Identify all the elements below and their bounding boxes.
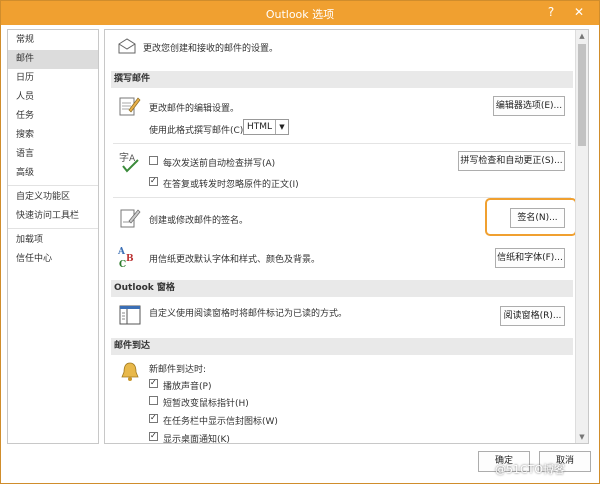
- compose-format-value: HTML: [247, 122, 273, 132]
- envelope-icon: [117, 38, 137, 57]
- nav-item-language[interactable]: 语言: [8, 145, 98, 164]
- nav-item-tasks[interactable]: 任务: [8, 107, 98, 126]
- play-sound-label: 播放声音(P): [163, 382, 212, 392]
- nav-item-search[interactable]: 搜索: [8, 126, 98, 145]
- category-nav: 常规 邮件 日历 人员 任务 搜索 语言 高级 自定义功能区 快速访问工具栏 加…: [7, 29, 99, 444]
- header-description: 更改您创建和接收的邮件的设置。: [143, 44, 279, 54]
- change-pointer-checkbox[interactable]: [149, 396, 158, 405]
- desktop-alert-label: 显示桌面通知(K): [163, 435, 230, 444]
- section-compose-messages: 撰写邮件: [111, 71, 573, 88]
- desktop-alert-checkbox[interactable]: [149, 431, 158, 441]
- svg-text:A: A: [117, 247, 126, 257]
- nav-item-mail[interactable]: 邮件: [8, 50, 98, 69]
- bell-icon: [119, 360, 141, 387]
- spell-check-checkbox[interactable]: [149, 156, 158, 165]
- envelope-icon-checkbox[interactable]: [149, 413, 158, 423]
- section-outlook-panes: Outlook 窗格: [111, 280, 573, 297]
- stationery-abc-icon: ABC: [117, 244, 141, 271]
- nav-item-customize-ribbon[interactable]: 自定义功能区: [8, 188, 98, 207]
- title-bar: Outlook 选项 ? ✕: [1, 1, 599, 25]
- watermark-text: @51CTO博客: [495, 463, 566, 476]
- help-icon[interactable]: ?: [541, 3, 561, 21]
- nav-item-people[interactable]: 人员: [8, 88, 98, 107]
- nav-item-general[interactable]: 常规: [8, 31, 98, 50]
- signature-highlight-box: [485, 198, 577, 236]
- reading-pane-icon: [119, 304, 141, 329]
- nav-divider: [8, 228, 98, 229]
- nav-item-advanced[interactable]: 高级: [8, 164, 98, 183]
- nav-item-trust-center[interactable]: 信任中心: [8, 250, 98, 269]
- edit-pen-icon: [117, 94, 141, 121]
- svg-text:字: 字: [119, 151, 129, 164]
- svg-text:B: B: [126, 254, 134, 264]
- stationery-fonts-button[interactable]: 信纸和字体(F)...: [495, 248, 565, 268]
- nav-item-calendar[interactable]: 日历: [8, 69, 98, 88]
- signature-description: 创建或修改邮件的签名。: [149, 216, 249, 226]
- section-divider: [113, 143, 571, 144]
- outlook-options-window: Outlook 选项 ? ✕ 常规 邮件 日历 人员 任务 搜索 语言 高级 自…: [0, 0, 600, 484]
- scroll-up-icon[interactable]: ▲: [576, 30, 588, 42]
- envelope-taskbar-label: 在任务栏中显示信封图标(W): [163, 417, 278, 427]
- reading-pane-button[interactable]: 阅读窗格(R)...: [500, 306, 565, 326]
- spelling-autocorrect-button[interactable]: 拼写检查和自动更正(S)...: [458, 151, 565, 171]
- content-scrollbar[interactable]: ▲ ▼: [575, 30, 588, 443]
- section-message-arrival: 邮件到达: [111, 338, 573, 355]
- stationery-description: 用信纸更改默认字体和样式、颜色及背景。: [149, 255, 321, 265]
- ignore-original-label: 在答复或转发时忽略原件的正文(I): [163, 180, 299, 190]
- editor-options-button[interactable]: 编辑器选项(E)...: [493, 96, 565, 116]
- ignore-original-checkbox[interactable]: [149, 176, 158, 186]
- nav-item-add-ins[interactable]: 加载项: [8, 231, 98, 250]
- nav-item-quick-access-toolbar[interactable]: 快速访问工具栏: [8, 207, 98, 226]
- reading-pane-description: 自定义使用阅读窗格时将邮件标记为已读的方式。: [149, 309, 348, 319]
- mail-settings-pane: 更改您创建和接收的邮件的设置。 撰写邮件 更改邮件的编辑设置。 编辑器选项(E)…: [104, 29, 589, 444]
- when-new-messages-label: 新邮件到达时:: [149, 365, 207, 375]
- edit-settings-description: 更改邮件的编辑设置。: [149, 104, 240, 114]
- play-sound-checkbox[interactable]: [149, 378, 158, 388]
- spelling-abc-icon: 字A: [117, 150, 141, 179]
- compose-format-label: 使用此格式撰写邮件(C):: [149, 126, 247, 136]
- change-pointer-label: 短暂改变鼠标指针(H): [163, 399, 249, 409]
- close-icon[interactable]: ✕: [569, 3, 589, 21]
- nav-divider: [8, 185, 98, 186]
- spell-check-label: 每次发送前自动检查拼写(A): [163, 159, 276, 169]
- window-title: Outlook 选项: [265, 8, 335, 21]
- chevron-down-icon: ▼: [275, 120, 288, 134]
- signature-pen-icon: [119, 207, 141, 232]
- scroll-thumb[interactable]: [578, 44, 586, 146]
- svg-text:C: C: [119, 260, 126, 268]
- scroll-down-icon[interactable]: ▼: [576, 431, 588, 443]
- compose-format-select[interactable]: HTML ▼: [243, 119, 289, 135]
